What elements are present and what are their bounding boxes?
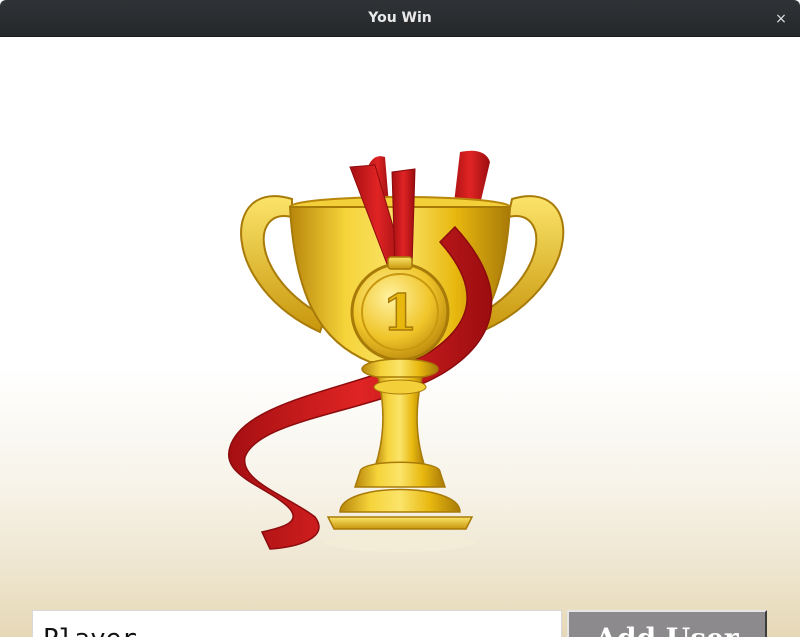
trophy-icon: 1 bbox=[227, 150, 565, 552]
title-bar[interactable]: You Win × bbox=[0, 0, 800, 37]
name-input[interactable] bbox=[32, 610, 562, 637]
add-user-button[interactable]: Add User bbox=[567, 610, 767, 637]
window-title: You Win bbox=[368, 10, 432, 26]
main-content: 1 Add User bbox=[0, 37, 800, 637]
app-window: You Win × 1 Player bbox=[0, 0, 800, 637]
close-button[interactable]: × bbox=[772, 10, 790, 28]
medal-number: 1 bbox=[383, 283, 418, 342]
